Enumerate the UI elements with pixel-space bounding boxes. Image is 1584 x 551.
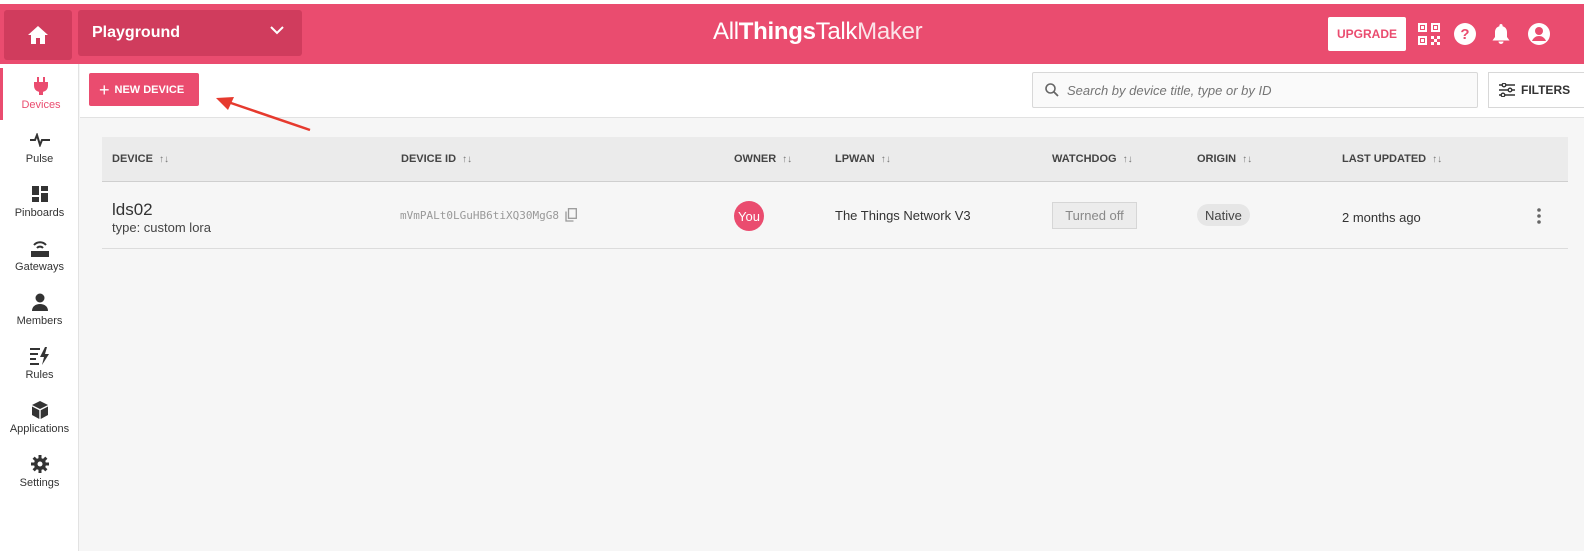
person-icon — [31, 292, 49, 312]
sidebar-item-rules[interactable]: Rules — [0, 338, 79, 390]
sidebar-item-gateways[interactable]: Gateways — [0, 230, 79, 282]
plus-icon: + — [99, 79, 110, 100]
home-icon — [28, 26, 48, 44]
search-input[interactable] — [1067, 82, 1447, 98]
pulse-icon — [29, 130, 50, 150]
sidebar-item-label: Applications — [9, 423, 70, 435]
column-header-device[interactable]: DEVICE ↑↓ — [112, 153, 169, 165]
filters-button[interactable]: FILTERS — [1488, 72, 1584, 108]
sidebar-item-label: Gateways — [15, 261, 64, 273]
column-header-owner[interactable]: OWNER ↑↓ — [734, 153, 792, 165]
sort-icon: ↑↓ — [1242, 154, 1253, 165]
sidebar-item-pulse[interactable]: Pulse — [0, 122, 79, 174]
top-bar: Playground AllThingsTalkMaker UPGRADE ? — [0, 0, 1584, 64]
sidebar-item-settings[interactable]: Settings — [0, 446, 79, 498]
sliders-icon — [1499, 83, 1515, 97]
sidebar-item-label: Pulse — [25, 153, 54, 165]
device-id-value: mVmPALt0LGuHB6tiXQ30MgG8 — [400, 208, 559, 222]
sort-icon: ↑↓ — [782, 154, 793, 165]
owner-avatar: You — [734, 201, 764, 231]
search-icon — [1045, 83, 1059, 97]
sidebar-item-label: Pinboards — [14, 207, 65, 219]
new-device-button[interactable]: + NEW DEVICE — [89, 73, 199, 106]
rules-icon — [29, 346, 50, 366]
new-device-label: NEW DEVICE — [114, 83, 185, 96]
gear-icon — [30, 454, 49, 474]
annotation-arrow — [216, 97, 311, 132]
table-row[interactable]: lds02 type: custom lora mVmPALt0LGuHB6ti… — [102, 182, 1568, 249]
device-id: mVmPALt0LGuHB6tiXQ30MgG8 — [400, 208, 577, 222]
dashboard-icon — [31, 184, 48, 204]
lpwan-value: The Things Network V3 — [835, 208, 971, 223]
watchdog-status: Turned off — [1052, 202, 1137, 229]
workspace-selector[interactable]: Playground — [78, 10, 302, 56]
sort-icon: ↑↓ — [462, 154, 473, 165]
sort-icon: ↑↓ — [1122, 154, 1133, 165]
column-header-origin[interactable]: ORIGIN ↑↓ — [1197, 153, 1252, 165]
search-box — [1032, 72, 1478, 108]
column-header-device-id[interactable]: DEVICE ID ↑↓ — [401, 153, 472, 165]
cube-icon — [31, 400, 49, 420]
sidebar-item-label: Members — [16, 315, 63, 327]
sidebar-item-pinboards[interactable]: Pinboards — [0, 176, 79, 228]
column-header-lpwan[interactable]: LPWAN ↑↓ — [835, 153, 891, 165]
help-icon[interactable]: ? — [1452, 21, 1478, 47]
router-icon — [29, 238, 51, 258]
plug-icon — [33, 76, 49, 96]
sort-icon: ↑↓ — [880, 154, 891, 165]
column-header-last-updated[interactable]: LAST UPDATED ↑↓ — [1342, 153, 1442, 165]
sidebar-item-label: Rules — [25, 369, 54, 381]
copy-icon[interactable] — [565, 208, 577, 222]
sidebar-item-label: Settings — [19, 477, 60, 489]
device-type: type: custom lora — [112, 220, 211, 235]
last-updated-value: 2 months ago — [1342, 210, 1421, 225]
sidebar-item-applications[interactable]: Applications — [0, 392, 79, 444]
origin-badge: Native — [1197, 204, 1250, 226]
device-title[interactable]: lds02 — [112, 200, 153, 220]
sidebar-item-label: Devices — [21, 99, 61, 111]
upgrade-button[interactable]: UPGRADE — [1328, 17, 1406, 51]
table-header: DEVICE ↑↓ DEVICE ID ↑↓ OWNER ↑↓ LPWAN ↑↓ WAT… — [102, 137, 1568, 182]
brand-logo: AllThingsTalkMaker — [713, 18, 923, 45]
sidebar-item-devices[interactable]: Devices — [0, 68, 79, 120]
filters-label: FILTERS — [1521, 83, 1571, 97]
svg-text:?: ? — [1460, 26, 1469, 43]
notification-bell-icon[interactable] — [1488, 21, 1514, 47]
more-options-icon[interactable] — [1530, 206, 1548, 226]
sidebar-item-members[interactable]: Members — [0, 284, 79, 336]
workspace-name: Playground — [92, 24, 181, 41]
column-header-watchdog[interactable]: WATCHDOG ↑↓ — [1052, 153, 1133, 165]
sort-icon: ↑↓ — [1432, 154, 1443, 165]
sidebar: Devices Pulse Pinboards Gateways Members… — [0, 64, 79, 551]
home-button[interactable] — [4, 10, 72, 60]
chevron-down-icon — [270, 26, 284, 35]
qr-code-icon[interactable] — [1416, 21, 1442, 47]
sort-icon: ↑↓ — [158, 154, 169, 165]
account-icon[interactable] — [1526, 21, 1552, 47]
